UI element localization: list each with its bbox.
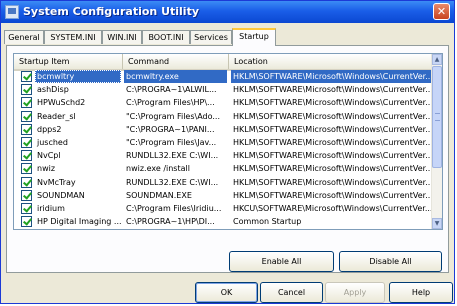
startup-item-checkbox[interactable] [21,163,32,175]
startup-item-checkbox[interactable] [21,123,32,135]
ok-button[interactable]: OK [195,282,258,303]
startup-item-location: HKLM\SOFTWARE\Microsoft\Windows\CurrentV… [233,177,433,187]
startup-item-checkbox[interactable] [21,110,32,122]
startup-item-command: C:\PROGRA~1\HP\DI... [126,217,215,227]
table-row[interactable]: ashDisp C:\PROGRA~1\ALWIL... HKLM\SOFTWARE… [14,83,433,96]
startup-item-command: C:\Program Files\Iridiu... [126,204,222,213]
startup-item-name: Reader_sl [37,111,76,121]
table-row[interactable]: HPWuSchd2 C:\Program Files\HP\... HKLM\SOF… [14,96,433,109]
table-row[interactable]: NvCpl RUNDLL32.EXE C:\WI... HKLM\SOFTWARE\… [14,149,433,162]
startup-item-command: bcmwltry.exe [124,70,227,83]
tab-general[interactable]: General [4,30,44,44]
startup-item-location: HKLM\SOFTWARE\Microsoft\Windows\CurrentV… [233,98,433,108]
startup-item-checkbox[interactable] [21,216,32,228]
table-row[interactable]: dpps2 "C:\PROGRA~1\PANI... HKLM\SOFTWARE\M… [14,123,433,136]
startup-item-location: HKCU\SOFTWARE\Microsoft\Windows\CurrentV… [233,204,433,213]
cancel-button[interactable]: Cancel [260,282,323,303]
startup-item-location: HKLM\SOFTWARE\Microsoft\Windows\CurrentV… [233,111,433,121]
startup-item-name: bcmwltry [35,70,121,83]
startup-items-list[interactable]: Startup Item Command Location bcmwltry bc… [13,53,443,230]
startup-item-command: nwiz.exe /install [126,164,190,174]
table-row[interactable]: Reader_sl "C:\Program Files\Ado... HKLM\SO… [14,110,433,123]
list-header: Startup Item Command Location [14,54,433,71]
startup-item-checkbox[interactable] [21,176,32,188]
column-header-location[interactable]: Location [229,54,433,69]
startup-item-checkbox[interactable] [21,203,32,214]
startup-item-name: NvMcTray [37,177,76,187]
startup-item-location: Common Startup [233,217,302,227]
startup-item-command: "C:\PROGRA~1\PANI... [126,124,215,134]
column-header-command[interactable]: Command [123,54,229,69]
scrollbar-thumb[interactable] [432,66,442,168]
column-header-startup-item[interactable]: Startup Item [14,54,123,69]
title-bar[interactable]: System Configuration Utility ✕ [1,1,454,23]
table-row[interactable]: iridium C:\Program Files\Iridiu... HKCU\SO… [14,202,433,215]
disable-all-button[interactable]: Disable All [339,251,442,272]
startup-item-name: nwiz [37,164,56,174]
startup-item-name: iridium [37,204,65,213]
tab-startup[interactable]: Startup [232,28,276,46]
startup-item-checkbox[interactable] [21,189,32,201]
tab-win-ini[interactable]: WIN.INI [102,30,142,44]
startup-item-command: RUNDLL32.EXE C:\WI... [126,151,219,161]
startup-item-name: SOUNDMAN [37,190,85,200]
startup-item-command: "C:\Program Files\Jav... [126,138,217,147]
help-button[interactable]: Help [389,282,453,303]
startup-item-command: C:\Program Files\HP\... [126,98,215,108]
startup-item-name: dpps2 [37,124,62,134]
startup-item-checkbox[interactable] [21,84,32,96]
startup-item-name: ashDisp [37,85,69,95]
enable-all-button[interactable]: Enable All [229,251,334,272]
vertical-scrollbar[interactable]: ▲ ▼ [431,54,442,229]
startup-item-checkbox[interactable] [21,97,32,109]
startup-item-location: HKLM\SOFTWARE\Microsoft\Windows\CurrentV… [233,164,433,174]
startup-item-location: HKLM\SOFTWARE\Microsoft\Windows\CurrentV… [233,190,433,200]
table-row[interactable]: HP Digital Imaging ... C:\PROGRA~1\HP\DI.… [14,215,433,228]
startup-item-name: HP Digital Imaging ... [37,217,121,227]
startup-item-location: HKLM\SOFTWARE\Microsoft\Windows\CurrentV… [233,138,433,147]
startup-item-command: C:\PROGRA~1\ALWIL... [126,85,217,95]
startup-item-command: RUNDLL32.EXE C:\WI... [126,177,219,187]
startup-item-name: HPWuSchd2 [37,98,86,108]
startup-item-name: NvCpl [37,151,61,161]
startup-item-checkbox[interactable] [21,137,32,148]
tab-services[interactable]: Services [190,30,232,44]
table-row[interactable]: NvMcTray RUNDLL32.EXE C:\WI... HKLM\SOFTWA… [14,176,433,189]
table-row[interactable]: bcmwltry bcmwltry.exe HKLM\SOFTWARE\Micros… [14,70,433,83]
startup-item-checkbox[interactable] [21,71,32,82]
table-row[interactable]: jusched "C:\Program Files\Jav... HKLM\SOFT… [14,136,433,149]
table-row[interactable]: SOUNDMAN SOUNDMAN.EXE HKLM\SOFTWARE\Micros… [14,189,433,202]
tab-boot-ini[interactable]: BOOT.INI [142,30,190,44]
scroll-down-arrow-icon[interactable]: ▼ [432,218,442,229]
startup-item-location: HKLM\SOFTWARE\Microsoft\Windows\CurrentV… [233,85,433,95]
scroll-up-arrow-icon[interactable]: ▲ [432,54,442,65]
close-button[interactable]: ✕ [433,3,450,20]
table-row[interactable]: nwiz nwiz.exe /install HKLM\SOFTWARE\Micro… [14,162,433,175]
startup-item-name: jusched [37,138,68,147]
startup-item-location: HKLM\SOFTWARE\Microsoft\Windows\CurrentV… [233,124,433,134]
apply-button[interactable]: Apply [325,282,385,303]
startup-item-command: SOUNDMAN.EXE [126,190,192,200]
startup-item-command: "C:\Program Files\Ado... [126,111,220,121]
msconfig-app-icon [5,5,19,19]
startup-item-location: HKLM\SOFTWARE\Microsoft\Windows\CurrentV… [233,151,433,161]
startup-item-location: HKLM\SOFTWARE\Microsoft\Windows\CurrentV… [231,70,433,83]
tab-system-ini[interactable]: SYSTEM.INI [44,30,102,44]
startup-item-checkbox[interactable] [21,150,32,162]
window-title: System Configuration Utility [23,5,199,18]
